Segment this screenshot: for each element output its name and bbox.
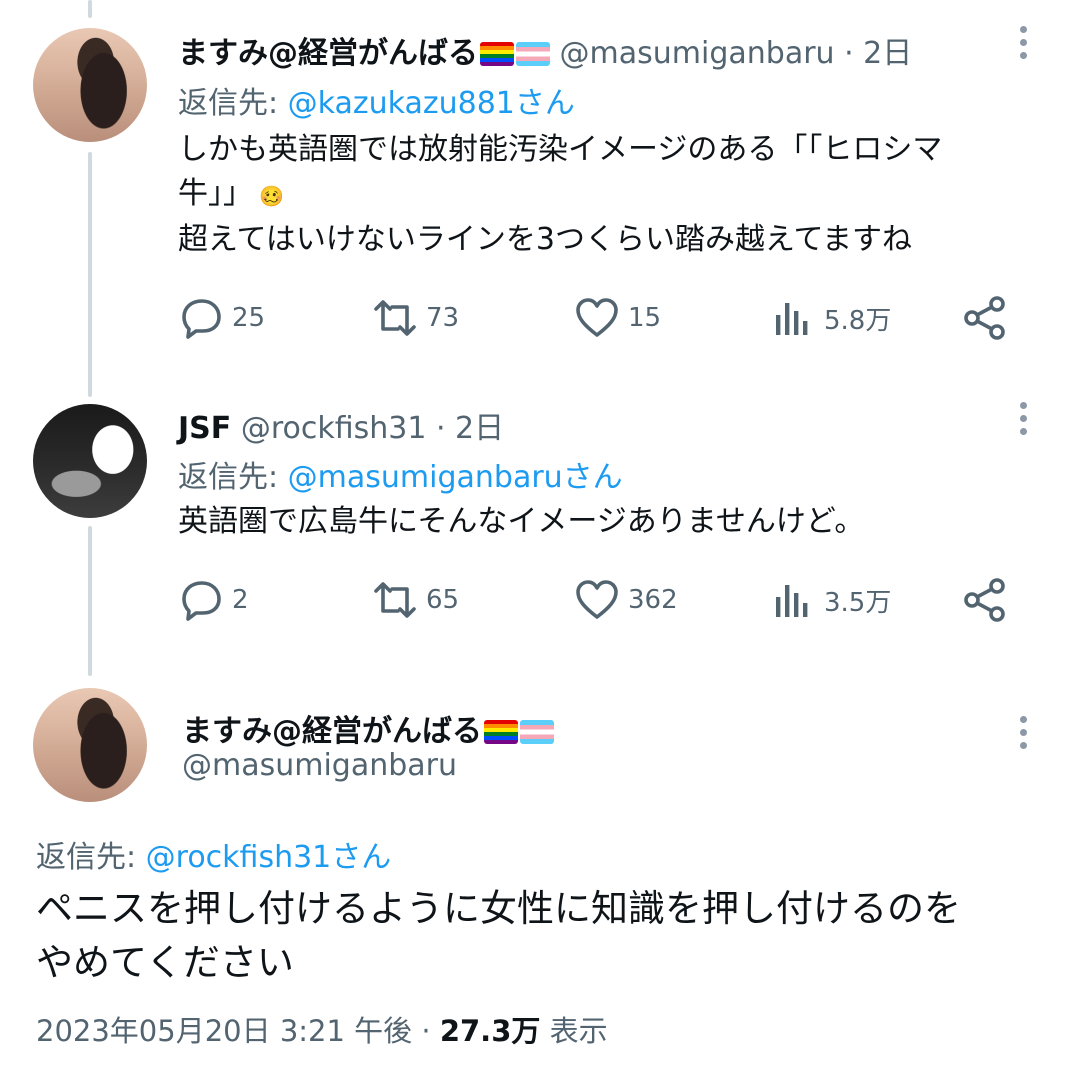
avatar[interactable] [33, 404, 147, 518]
more-icon[interactable] [1020, 716, 1032, 755]
action-bar: 2 65 362 3.5万 [178, 578, 1018, 622]
retweet-count: 65 [426, 585, 460, 615]
handle-time[interactable]: @masumiganbaru · 2日 [560, 36, 913, 71]
reply-mention-link[interactable]: @kazukazu881さん [288, 86, 575, 121]
tweet-text-line: ペニスを押し付けるように女性に知識を押し付けるのを [36, 887, 961, 930]
retweet-count: 73 [426, 303, 460, 333]
avatar[interactable] [33, 688, 147, 802]
reply-icon [182, 581, 221, 621]
tweet-header: JSF @rockfish31 · 2日 [178, 403, 504, 447]
reply-count: 25 [232, 303, 266, 333]
reply-prefix: 返信先: [178, 86, 288, 121]
tweet-text-line: 牛」」 🥴 [178, 172, 942, 218]
trans-flag-icon [520, 720, 554, 744]
reply-icon [182, 299, 221, 339]
tweet-text: 英語圏で広島牛にそんなイメージありませんけど。 [178, 500, 864, 544]
thread-line-1 [88, 152, 92, 397]
tweet-text-segment: 牛」」 [178, 176, 253, 211]
tweet-text-line: 英語圏で広島牛にそんなイメージありませんけど。 [178, 504, 865, 539]
retweet-icon [374, 300, 416, 336]
display-name[interactable]: ますみ@経営がんばる [182, 714, 482, 749]
reply-mention-link[interactable]: @rockfish31さん [146, 840, 392, 875]
reply-to: 返信先: @masumiganbaruさん [178, 452, 623, 496]
tweet-text: ペニスを押し付けるように女性に知識を押し付けるのを やめてください [36, 882, 961, 990]
views-label: 表示 [549, 1014, 608, 1048]
reply-count: 2 [232, 585, 249, 615]
reply-prefix: 返信先: [178, 460, 288, 495]
tweet-text-line: しかも英語圏では放射能汚染イメージのある「「ヒロシマ [178, 132, 943, 167]
like-button[interactable]: 15 [574, 296, 661, 340]
woozy-emoji: 🥴 [259, 184, 284, 208]
like-button[interactable]: 362 [574, 578, 678, 622]
reply-button[interactable]: 2 [178, 578, 249, 622]
retweet-button[interactable]: 73 [372, 296, 459, 340]
views-count: 3.5万 [824, 587, 892, 618]
like-count: 362 [628, 585, 678, 615]
tweet-header: ますみ@経営がんばる @masumiganbaru · 2日 [178, 28, 912, 72]
views-count: 5.8万 [824, 305, 892, 336]
reply-prefix: 返信先: [36, 840, 146, 875]
trans-flag-icon [516, 42, 550, 66]
avatar[interactable] [33, 28, 147, 142]
reply-to: 返信先: @rockfish31さん [36, 832, 391, 876]
more-icon[interactable] [1020, 402, 1032, 441]
like-count: 15 [628, 303, 662, 333]
retweet-icon [374, 582, 416, 618]
rainbow-flag-icon [480, 42, 514, 66]
tweet-header: ますみ@経営がんばる [182, 706, 554, 750]
thread-line-2 [88, 526, 92, 676]
reply-button[interactable]: 25 [178, 296, 265, 340]
tweet-text-line: 超えてはいけないラインを3つくらい踏み越えてますね [178, 222, 912, 257]
action-bar: 25 73 15 5.8万 [178, 296, 1018, 340]
reply-to: 返信先: @kazukazu881さん [178, 78, 575, 122]
timestamp[interactable]: 2023年05月20日 3:21 午後 · [36, 1014, 440, 1048]
tweet-text: しかも英語圏では放射能汚染イメージのある「「ヒロシマ 牛」」 🥴 超えてはいけない… [178, 128, 942, 262]
more-icon[interactable] [1020, 26, 1032, 65]
thread-line-top [88, 0, 92, 18]
views-button[interactable]: 3.5万 [770, 578, 891, 622]
display-name[interactable]: JSF [178, 411, 231, 446]
views-button[interactable]: 5.8万 [770, 296, 891, 340]
share-icon[interactable] [962, 577, 1008, 623]
reply-mention-link[interactable]: @masumiganbaruさん [288, 460, 623, 495]
views-count: 27.3万 [439, 1014, 541, 1048]
handle-time[interactable]: @rockfish31 · 2日 [241, 411, 504, 446]
like-icon [576, 580, 618, 619]
handle[interactable]: @masumiganbaru [182, 748, 457, 783]
rainbow-flag-icon [484, 720, 518, 744]
views-icon [776, 303, 808, 335]
retweet-button[interactable]: 65 [372, 578, 459, 622]
display-name[interactable]: ますみ@経営がんばる [178, 36, 478, 71]
like-icon [576, 298, 618, 337]
views-icon [776, 585, 808, 617]
tweet-meta: 2023年05月20日 3:21 午後 · 27.3万 表示 [36, 1008, 608, 1050]
share-icon[interactable] [962, 295, 1008, 341]
tweet-text-line: やめてください [36, 941, 294, 984]
